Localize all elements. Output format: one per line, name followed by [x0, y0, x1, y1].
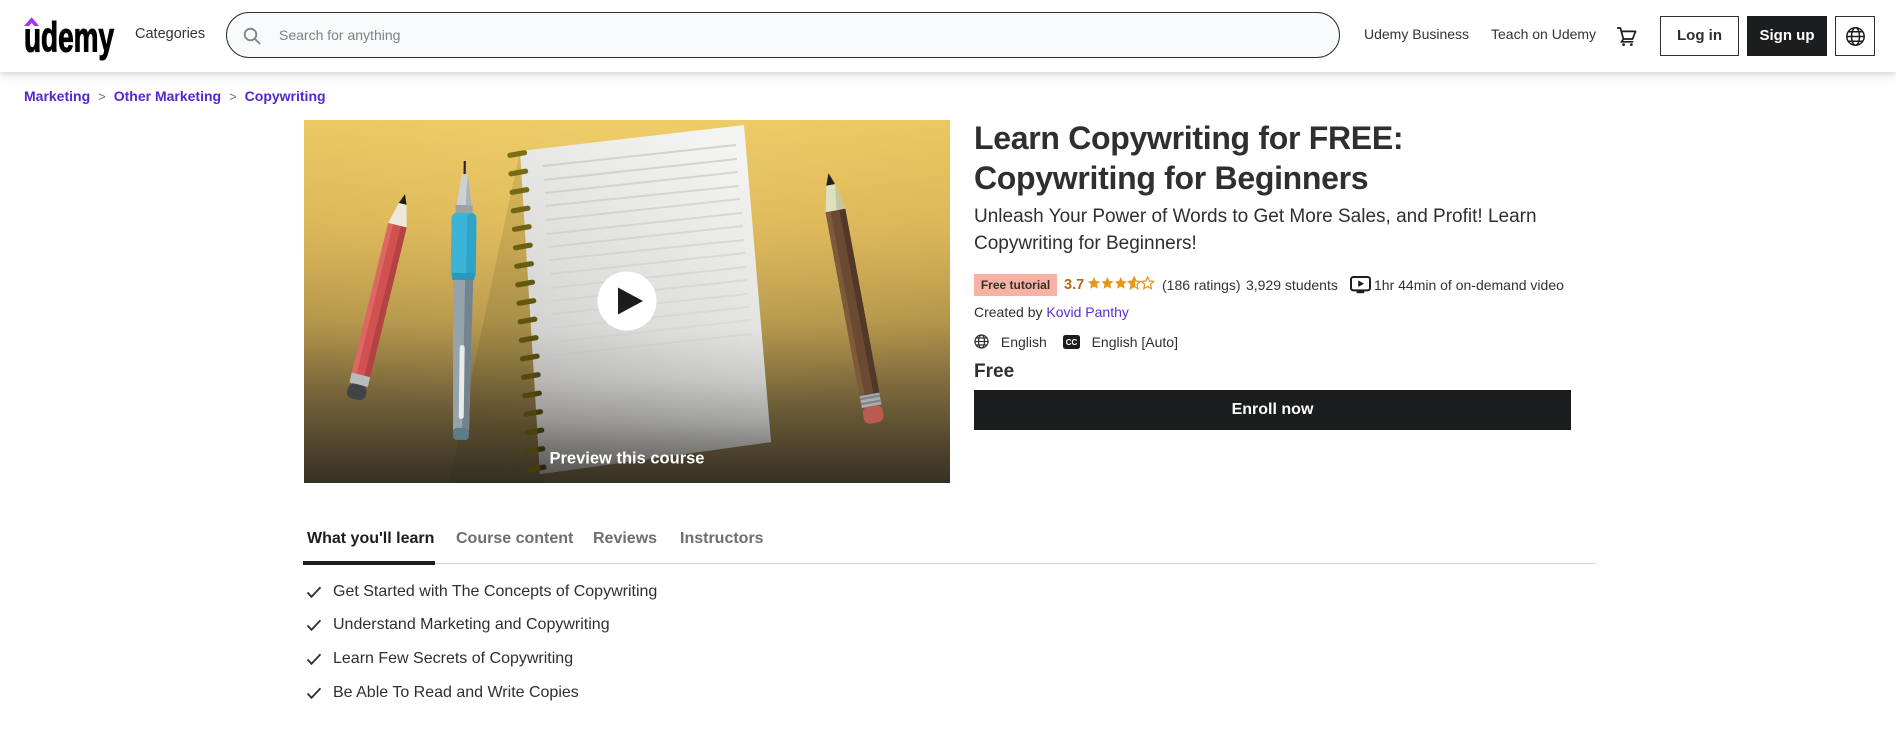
svg-text:CC: CC [1065, 338, 1077, 347]
svg-text:udemy: udemy [24, 14, 114, 61]
svg-text:Preview this course: Preview this course [550, 450, 705, 468]
